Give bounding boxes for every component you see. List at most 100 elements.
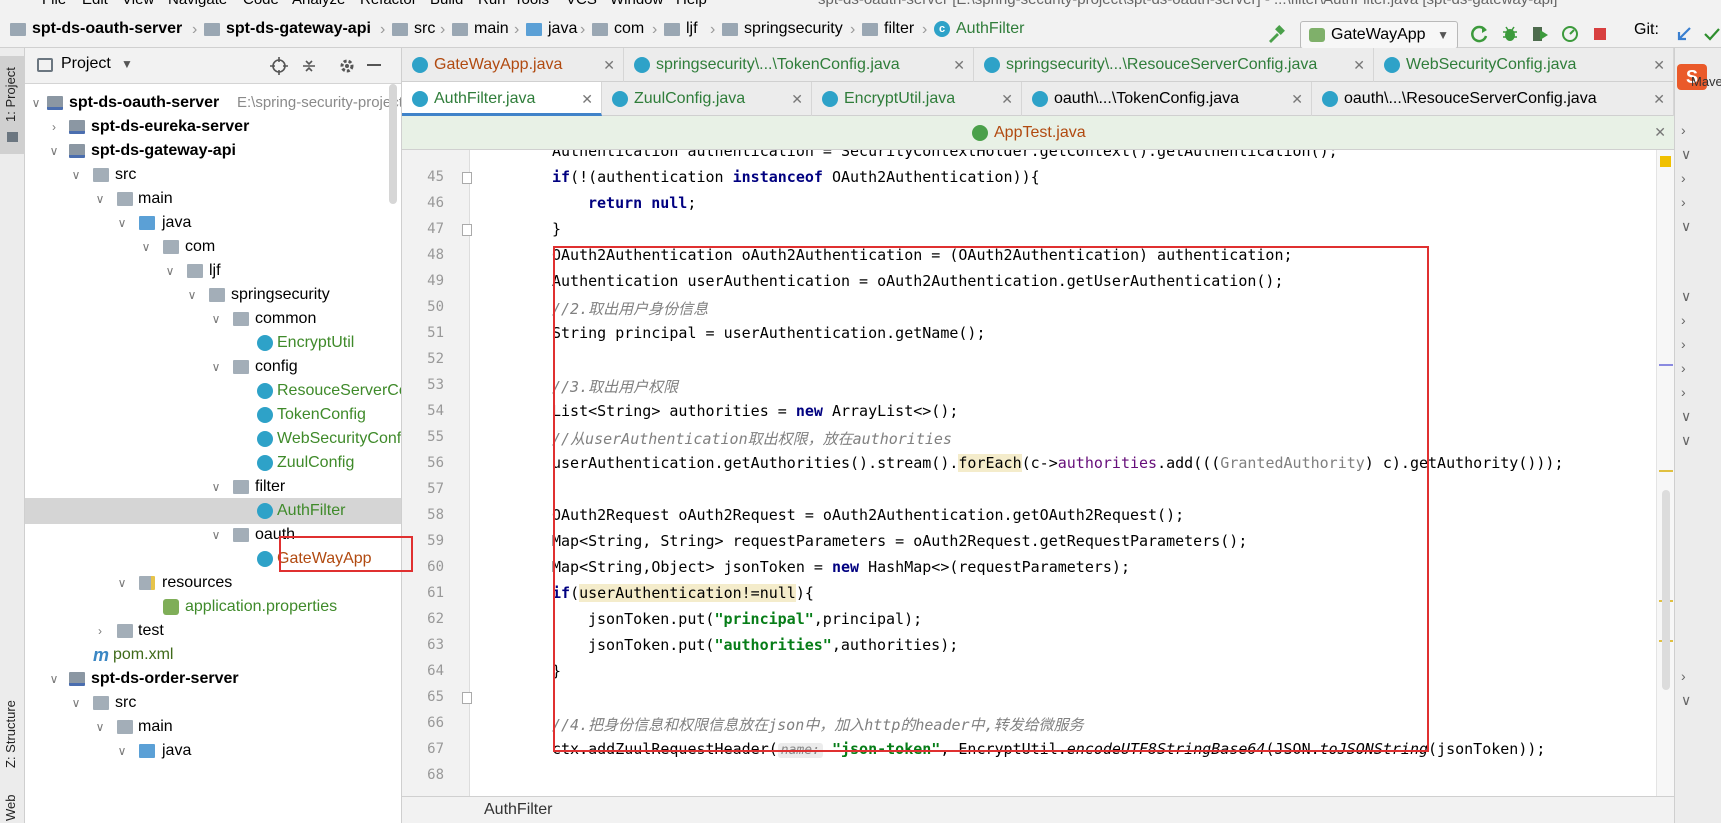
- tree-item[interactable]: ∨ resources: [25, 570, 401, 596]
- chevron-down-icon[interactable]: ∨: [115, 738, 129, 764]
- tree-item[interactable]: ∨ java: [25, 210, 401, 236]
- tree-item[interactable]: ResouceServerConfig: [25, 378, 401, 404]
- menu-navigate[interactable]: Navigate: [168, 0, 227, 8]
- close-icon[interactable]: ✕: [603, 48, 615, 82]
- gear-icon[interactable]: [337, 56, 357, 76]
- rerun-icon[interactable]: [1470, 24, 1490, 44]
- tree-item[interactable]: TokenConfig: [25, 402, 401, 428]
- tab-oauth-tokenconfig[interactable]: oauth\...\TokenConfig.java ✕: [1022, 82, 1312, 116]
- chevron-down-icon[interactable]: ∨: [93, 186, 107, 212]
- marker[interactable]: [1659, 470, 1673, 472]
- chevron-down-icon[interactable]: ∨: [1681, 432, 1691, 449]
- project-panel-title[interactable]: Project: [61, 55, 111, 73]
- chevron-down-icon[interactable]: ∨: [29, 90, 43, 116]
- chevron-down-icon[interactable]: ∨: [93, 714, 107, 740]
- menu-edit[interactable]: Edit: [82, 0, 108, 8]
- chevron-right-icon[interactable]: ›: [1681, 360, 1686, 376]
- chevron-down-icon[interactable]: ∨: [1681, 288, 1691, 305]
- close-icon[interactable]: ✕: [1653, 48, 1665, 82]
- web-tool-button[interactable]: Web: [0, 783, 25, 823]
- breadcrumb-src[interactable]: src: [392, 18, 435, 40]
- breadcrumb-gateway-api[interactable]: spt-ds-gateway-api: [204, 18, 371, 40]
- close-icon[interactable]: ✕: [791, 82, 803, 116]
- menu-view[interactable]: View: [122, 0, 154, 8]
- tab-springsecurity-resouceserverconfig[interactable]: springsecurity\...\ResouceServerConfig.j…: [974, 48, 1374, 82]
- close-icon[interactable]: ✕: [1653, 82, 1665, 116]
- close-icon[interactable]: ✕: [1291, 82, 1303, 116]
- menu-analyze[interactable]: Analyze: [292, 0, 345, 8]
- breadcrumb-com[interactable]: com: [592, 18, 644, 40]
- tab-authfilter[interactable]: AuthFilter.java ✕: [402, 82, 602, 116]
- tree-item[interactable]: EncryptUtil: [25, 330, 401, 356]
- menu-tools[interactable]: Tools: [514, 0, 549, 8]
- chevron-down-icon[interactable]: ∨: [1681, 408, 1691, 425]
- marker[interactable]: [1659, 364, 1673, 366]
- tree-item[interactable]: ∨ filter: [25, 474, 401, 500]
- chevron-down-icon[interactable]: ∨: [209, 354, 223, 380]
- collapse-all-icon[interactable]: [299, 56, 319, 76]
- tree-item[interactable]: ∨ spt-ds-gateway-api: [25, 138, 401, 164]
- chevron-down-icon[interactable]: ∨: [69, 690, 83, 716]
- chevron-right-icon[interactable]: ›: [1681, 122, 1686, 138]
- chevron-down-icon[interactable]: ∨: [47, 138, 61, 164]
- menu-refactor[interactable]: Refactor: [360, 0, 417, 8]
- chevron-right-icon[interactable]: ›: [47, 114, 61, 140]
- tree-item[interactable]: m pom.xml: [25, 642, 401, 668]
- breadcrumb-ljf[interactable]: ljf: [664, 18, 698, 40]
- chevron-down-icon[interactable]: ∨: [1681, 146, 1691, 163]
- scrollbar-thumb[interactable]: [389, 84, 397, 204]
- close-icon[interactable]: ✕: [1353, 48, 1365, 82]
- build-hammer-icon[interactable]: [1266, 24, 1286, 44]
- debug-bug-icon[interactable]: [1500, 24, 1520, 44]
- close-icon[interactable]: ✕: [953, 48, 965, 82]
- chevron-down-icon[interactable]: ∨: [209, 522, 223, 548]
- chevron-down-icon[interactable]: ∨: [209, 474, 223, 500]
- breadcrumb-oauth-server[interactable]: spt-ds-oauth-server: [10, 18, 182, 40]
- fold-marker-icon[interactable]: [462, 224, 472, 236]
- tree-item[interactable]: ∨ src: [25, 162, 401, 188]
- tree-item[interactable]: ZuulConfig: [25, 450, 401, 476]
- close-icon[interactable]: ✕: [1001, 82, 1013, 116]
- chevron-down-icon[interactable]: ∨: [1681, 218, 1691, 235]
- tab-apptest[interactable]: AppTest.java: [962, 116, 1142, 150]
- tree-item[interactable]: › test: [25, 618, 401, 644]
- tree-item[interactable]: ∨ src: [25, 690, 401, 716]
- tab-oauth-resouceserverconfig[interactable]: oauth\...\ResouceServerConfig.java ✕: [1312, 82, 1674, 116]
- breadcrumb-filter[interactable]: filter: [862, 18, 914, 40]
- tree-item[interactable]: application.properties: [25, 594, 401, 620]
- locate-crosshair-icon[interactable]: [269, 56, 289, 76]
- chevron-down-icon[interactable]: ∨: [1681, 692, 1691, 709]
- menu-build[interactable]: Build: [430, 0, 463, 8]
- profile-icon[interactable]: [1560, 24, 1580, 44]
- tree-item[interactable]: ∨ main: [25, 186, 401, 212]
- breadcrumb-java[interactable]: java: [526, 18, 577, 40]
- tree-item[interactable]: ∨ com: [25, 234, 401, 260]
- git-update-arrow-icon[interactable]: [1674, 24, 1694, 44]
- tree-item[interactable]: ∨ spt-ds-order-server: [25, 666, 401, 692]
- menu-run[interactable]: Run: [478, 0, 506, 8]
- tree-item[interactable]: ∨ spt-ds-oauth-server E:\spring-security-p…: [25, 90, 401, 116]
- chevron-down-icon[interactable]: ∨: [209, 306, 223, 332]
- chevron-down-icon[interactable]: ∨: [47, 666, 61, 692]
- git-commit-check-icon[interactable]: [1702, 24, 1721, 44]
- stop-icon[interactable]: [1590, 24, 1610, 44]
- minimize-icon[interactable]: [367, 64, 381, 66]
- tree-item[interactable]: ∨ common: [25, 306, 401, 332]
- chevron-right-icon[interactable]: ›: [1681, 336, 1686, 352]
- chevron-down-icon[interactable]: ∨: [163, 258, 177, 284]
- run-config-select[interactable]: GateWayApp ▼: [1300, 21, 1458, 49]
- tab-gatewayapp[interactable]: GateWayApp.java ✕: [402, 48, 624, 82]
- breadcrumb-springsecurity[interactable]: springsecurity: [722, 18, 843, 40]
- tree-item[interactable]: ∨ springsecurity: [25, 282, 401, 308]
- menu-window[interactable]: Window: [610, 0, 663, 8]
- close-icon[interactable]: ✕: [581, 82, 593, 116]
- editor-breadcrumb[interactable]: AuthFilter: [484, 801, 552, 818]
- run-with-coverage-icon[interactable]: [1530, 24, 1550, 44]
- maven-tool-label[interactable]: Maven: [1691, 74, 1721, 89]
- tree-item[interactable]: ∨ main: [25, 714, 401, 740]
- menu-code[interactable]: Code: [243, 0, 279, 8]
- tree-item[interactable]: WebSecurityConfig: [25, 426, 401, 452]
- chevron-down-icon[interactable]: ∨: [139, 234, 153, 260]
- menu-vcs[interactable]: VCS: [566, 0, 597, 8]
- chevron-down-icon[interactable]: ▼: [121, 57, 133, 71]
